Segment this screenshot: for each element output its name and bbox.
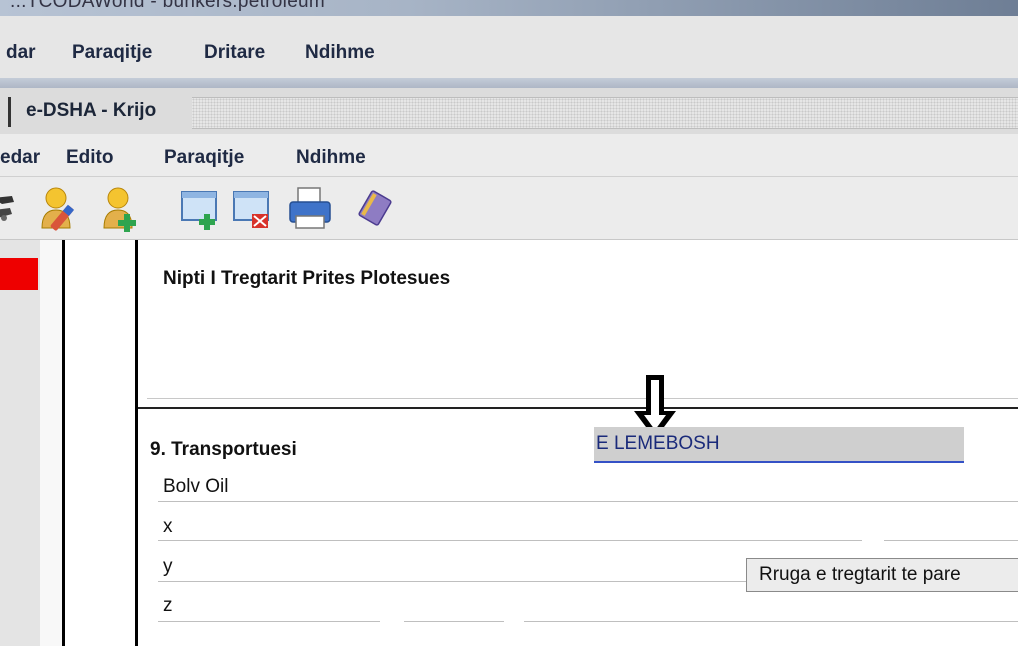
menu-item-paraqitje[interactable]: Paraqitje	[72, 42, 152, 64]
inner-window-title: e-DSHA - Krijo	[26, 100, 157, 121]
delete-document-icon[interactable]	[230, 184, 278, 232]
navigation-strip	[0, 240, 41, 646]
menu-item-paraqitje-inner[interactable]: Paraqitje	[164, 147, 244, 169]
transporter-highlight-field[interactable]: E LEMEBOSH	[594, 427, 964, 463]
key-icon[interactable]	[0, 184, 36, 232]
address-z-value[interactable]: z	[163, 595, 173, 617]
section-divider	[138, 407, 1018, 409]
highlight-value: E LEMEBOSH	[596, 433, 720, 454]
field-underline	[524, 621, 1018, 622]
window-title-bar: ...TCODAWorld - bunkers.petroleum	[0, 0, 1018, 16]
number-column	[65, 240, 135, 646]
section-title-transportuesi: 9. Transportuesi	[150, 439, 297, 460]
field-underline	[158, 540, 862, 541]
menu-item-skedar-inner[interactable]: edar	[0, 147, 40, 169]
notebook-icon[interactable]	[352, 184, 400, 232]
field-underline	[158, 621, 380, 622]
print-icon[interactable]	[286, 184, 334, 232]
menu-separator	[0, 78, 1018, 88]
title-bar-grip[interactable]	[192, 97, 1018, 129]
field-underline	[158, 581, 748, 582]
tooltip: Rruga e tregtarit te pare	[746, 558, 1018, 592]
outer-menu-bar: dar Paraqitje Dritare Ndihme	[0, 16, 1018, 78]
field-underline	[884, 540, 1018, 541]
toolbar	[0, 177, 1018, 240]
address-x-value[interactable]: x	[163, 516, 173, 538]
transporter-name-value[interactable]: Bolv Oil	[163, 476, 228, 498]
menu-item-edito[interactable]: Edito	[66, 147, 114, 169]
address-y-value[interactable]: y	[163, 556, 173, 578]
title-bar-edge	[8, 97, 11, 127]
menu-item-ndihme-inner[interactable]: Ndihme	[296, 147, 366, 169]
edit-user-icon[interactable]	[36, 184, 84, 232]
error-marker	[0, 258, 38, 290]
field-underline	[404, 621, 504, 622]
new-document-icon[interactable]	[178, 184, 226, 232]
tooltip-text: Rruga e tregtarit te pare	[759, 564, 961, 585]
field-underline	[158, 501, 1018, 502]
menu-item-ndihme[interactable]: Ndihme	[305, 42, 375, 64]
add-user-icon[interactable]	[100, 184, 148, 232]
window-title: ...TCODAWorld - bunkers.petroleum	[10, 0, 326, 12]
field-underline	[147, 398, 1018, 399]
field-label-nipti: Nipti I Tregtarit Prites Plotesues	[163, 268, 451, 289]
inner-window-title-bar[interactable]: e-DSHA - Krijo	[0, 88, 1018, 134]
row-column	[40, 240, 62, 646]
inner-menu-bar: edar Edito Paraqitje Ndihme	[0, 134, 1018, 177]
menu-item-skedar[interactable]: dar	[6, 42, 36, 64]
menu-item-dritare[interactable]: Dritare	[204, 42, 265, 64]
